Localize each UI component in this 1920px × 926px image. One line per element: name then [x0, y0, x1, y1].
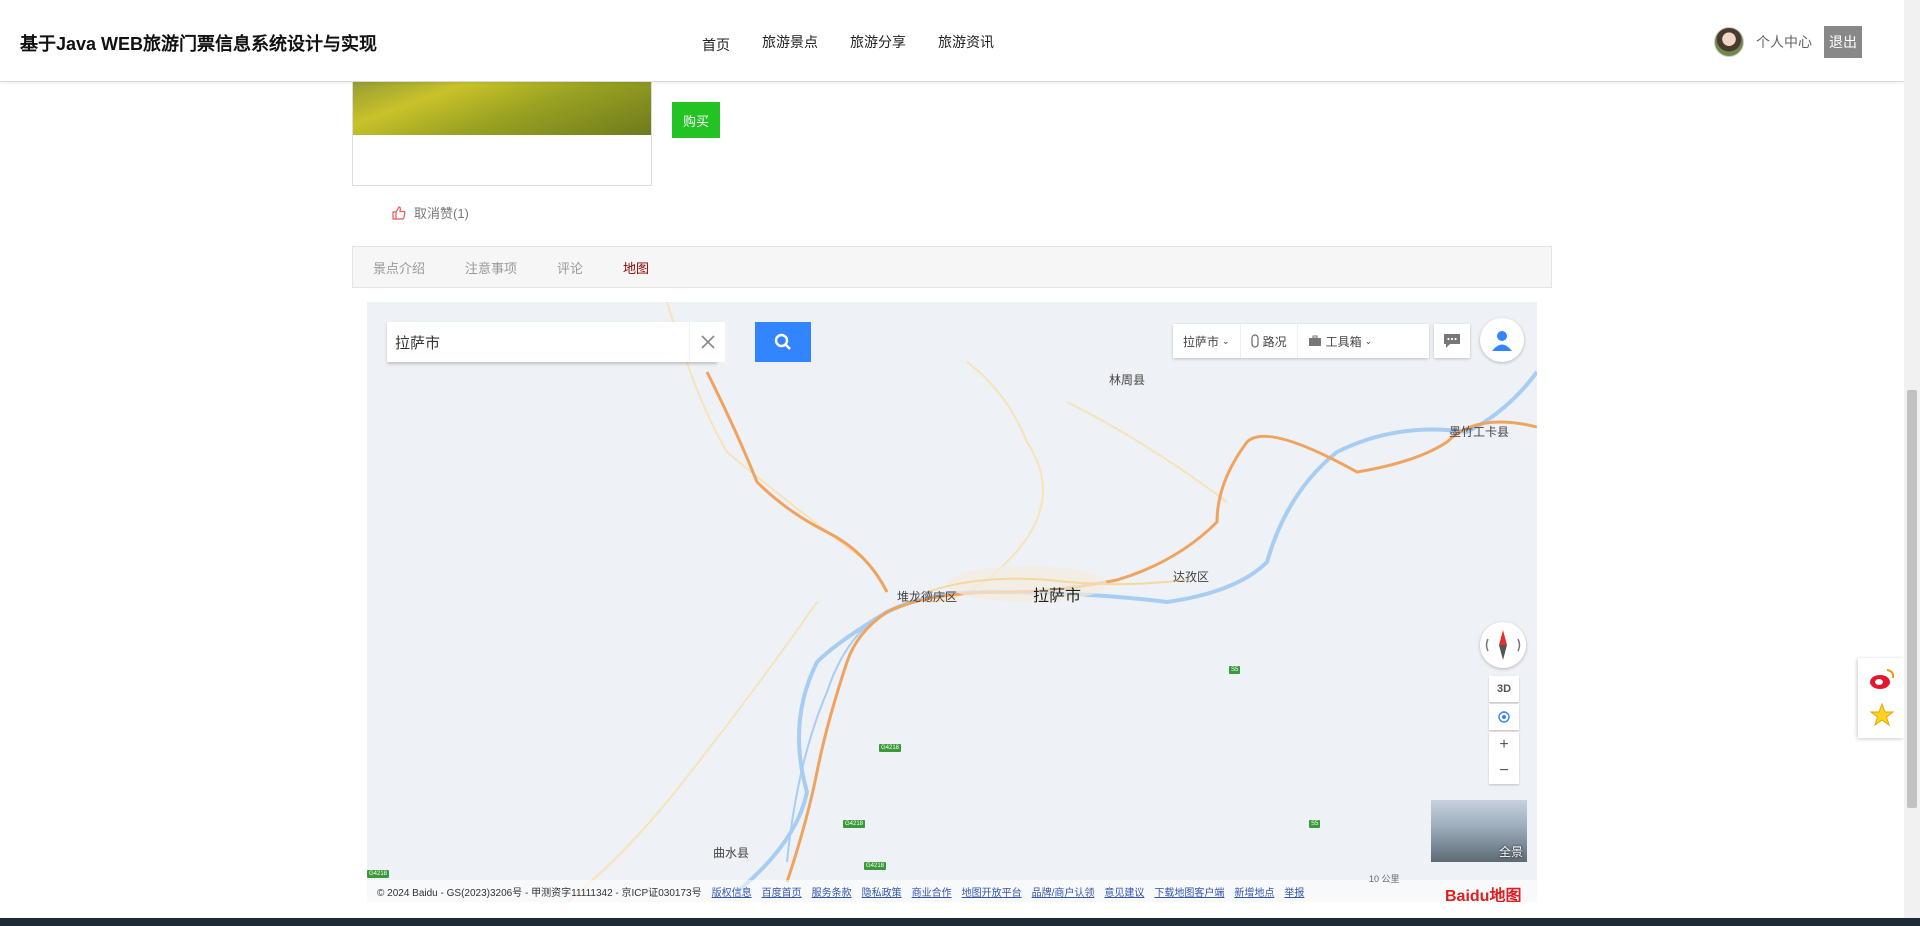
panorama-label: 全景: [1498, 845, 1523, 859]
unlike-label: 取消赞(1): [414, 206, 469, 221]
place-mozhugongka[interactable]: 墨竹工卡县: [1449, 423, 1509, 440]
baidu-map-logo: Baidu地图: [1445, 888, 1522, 902]
nav-news[interactable]: 旅游资讯: [938, 32, 994, 52]
weibo-icon[interactable]: [1868, 666, 1896, 697]
footer-link[interactable]: 意见建议: [1104, 884, 1144, 899]
user-center-link[interactable]: 个人中心: [1756, 32, 1812, 52]
favorite-star-icon[interactable]: [1869, 702, 1895, 733]
share-float-bar: [1858, 658, 1904, 738]
road-badge: G4218: [879, 744, 902, 752]
logout-button[interactable]: 退出: [1824, 26, 1862, 58]
footer-link[interactable]: 品牌/商户认领: [1032, 884, 1095, 899]
road-badge: S5: [1309, 820, 1321, 828]
baidu-map[interactable]: 林周县 墨竹工卡县 堆龙德庆区 拉萨市 达孜区 曲水县 G4218 G4218 …: [367, 302, 1537, 902]
locate-icon: [1498, 711, 1510, 723]
close-icon: [700, 335, 715, 349]
page-root: 基于Java WEB旅游门票信息系统设计与实现 首页 旅游景点 旅游分享 旅游资…: [0, 0, 1920, 926]
map-search-input[interactable]: [395, 330, 645, 354]
page-scrollbar[interactable]: [1904, 0, 1920, 926]
avatar[interactable]: [1714, 27, 1744, 57]
map-scale: 10 公里: [1369, 874, 1400, 884]
chevron-down-icon: ⌄: [1222, 335, 1230, 346]
user-icon: [1492, 331, 1512, 351]
panorama-thumbnail[interactable]: 全景: [1431, 800, 1527, 862]
tab-notes[interactable]: 注意事项: [465, 258, 517, 277]
scrollbar-thumb[interactable]: [1907, 390, 1917, 808]
footer-link[interactable]: 隐私政策: [862, 884, 902, 899]
3d-toggle[interactable]: 3D: [1489, 676, 1519, 702]
zoom-in-button[interactable]: +: [1489, 732, 1519, 758]
footer-link[interactable]: 地图开放平台: [962, 884, 1022, 899]
nav-sharing[interactable]: 旅游分享: [850, 32, 906, 52]
detail-tabs: 景点介绍 注意事项 评论 地图: [352, 246, 1552, 288]
chat-icon: [1444, 334, 1460, 348]
footer-link[interactable]: 商业合作: [912, 884, 952, 899]
search-button[interactable]: [755, 322, 811, 362]
chevron-down-icon: ⌄: [1364, 335, 1373, 346]
user-area: 个人中心 退出: [1714, 26, 1862, 58]
buy-button[interactable]: 购买: [672, 102, 720, 138]
road-badge: G4218: [367, 870, 390, 878]
place-duilongdeqing[interactable]: 堆龙德庆区: [897, 588, 957, 605]
footer-link[interactable]: 举报: [1284, 884, 1304, 899]
main-nav: 首页 旅游景点 旅游分享 旅游资讯: [702, 32, 1026, 55]
message-button[interactable]: [1434, 324, 1470, 358]
tab-comments[interactable]: 评论: [557, 258, 583, 277]
thumbs-up-icon: [392, 205, 406, 220]
traffic-light-icon: [1250, 334, 1259, 348]
compass-control[interactable]: [1480, 622, 1526, 668]
nav-attractions[interactable]: 旅游景点: [762, 32, 818, 52]
road-badge: S5: [1229, 666, 1241, 674]
map-copyright: © 2024 Baidu - GS(2023)3206号 - 甲测资字11111…: [377, 887, 702, 899]
map-copyright-bar: © 2024 Baidu - GS(2023)3206号 - 甲测资字11111…: [367, 880, 1537, 902]
footer-link[interactable]: 版权信息: [712, 884, 752, 899]
map-user-button[interactable]: [1480, 318, 1524, 362]
place-linzhou[interactable]: 林周县: [1109, 371, 1145, 388]
footer-link[interactable]: 新增地点: [1234, 884, 1274, 899]
map-toolbar: 拉萨市 ⌄ 路况 工具箱 ⌄: [1173, 324, 1429, 358]
search-clear-button[interactable]: [689, 322, 725, 362]
site-title: 基于Java WEB旅游门票信息系统设计与实现: [20, 34, 378, 54]
city-label: 拉萨市: [1183, 334, 1220, 349]
unlike-button[interactable]: 取消赞(1): [392, 203, 469, 222]
footer-link[interactable]: 百度首页: [762, 884, 802, 899]
toolbox-icon: [1308, 335, 1321, 346]
traffic-toggle[interactable]: 路况: [1241, 324, 1298, 358]
search-icon: [774, 333, 791, 350]
footer-link[interactable]: 服务条款: [812, 884, 852, 899]
tab-map[interactable]: 地图: [623, 258, 649, 277]
toolbox-menu[interactable]: 工具箱 ⌄: [1298, 324, 1383, 358]
place-qushui[interactable]: 曲水县: [713, 844, 749, 861]
toolbox-label: 工具箱: [1325, 334, 1362, 349]
map-search-box: [387, 322, 717, 362]
taskbar-strip: [0, 918, 1920, 926]
tab-introduction[interactable]: 景点介绍: [373, 258, 425, 277]
nav-home[interactable]: 首页: [702, 35, 730, 55]
traffic-label: 路况: [1262, 334, 1287, 349]
place-lhasa[interactable]: 拉萨市: [1033, 582, 1081, 606]
road-badge: G4218: [843, 820, 866, 828]
road-badge: G4218: [864, 862, 887, 870]
zoom-out-button[interactable]: −: [1489, 758, 1519, 784]
city-switch[interactable]: 拉萨市 ⌄: [1173, 324, 1241, 358]
compass-icon: [1485, 630, 1521, 660]
locate-button[interactable]: [1489, 704, 1519, 730]
top-header: 基于Java WEB旅游门票信息系统设计与实现 首页 旅游景点 旅游分享 旅游资…: [0, 0, 1904, 82]
place-dazi[interactable]: 达孜区: [1173, 568, 1209, 585]
footer-link[interactable]: 下载地图客户端: [1154, 884, 1224, 899]
